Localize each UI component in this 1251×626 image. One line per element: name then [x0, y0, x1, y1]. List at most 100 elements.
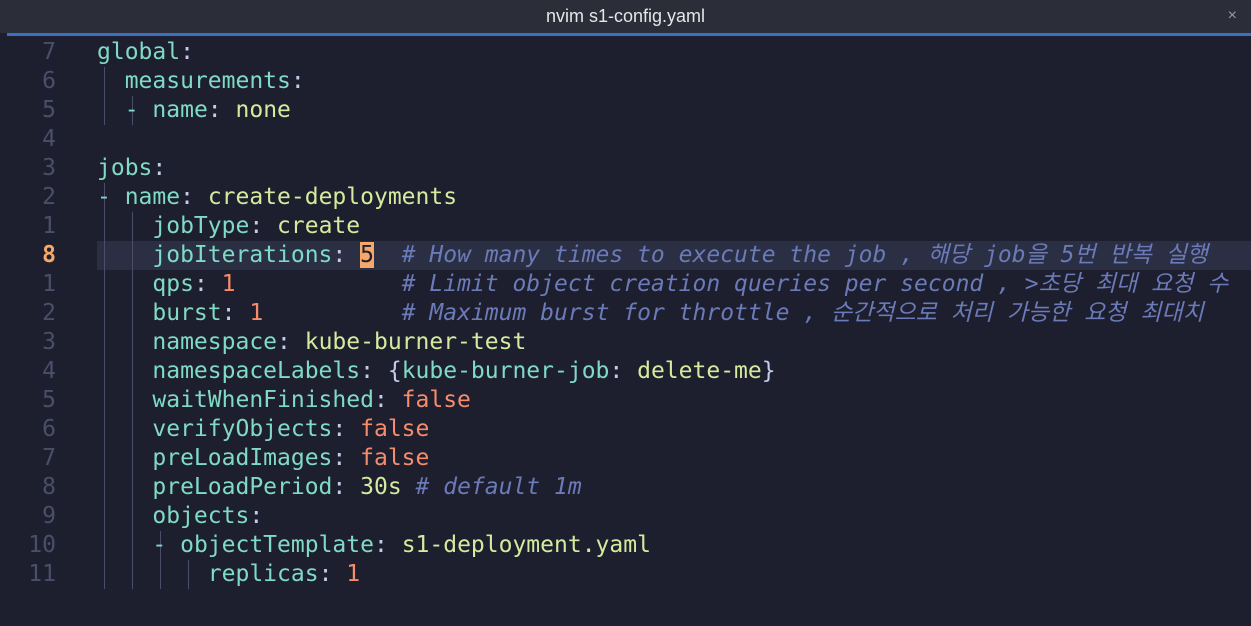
yaml-value: 5 — [360, 242, 374, 268]
yaml-key: waitWhenFinished — [152, 387, 374, 413]
yaml-value: 1 — [249, 300, 264, 326]
code-text: burst: 1 # Maximum burst for throttle , … — [97, 299, 1204, 328]
line-number: 7 — [42, 39, 56, 65]
code-line[interactable]: 8 jobIterations: 5 # How many times to e… — [0, 241, 1251, 270]
yaml-value: 1 — [221, 271, 236, 297]
close-icon[interactable]: × — [1228, 7, 1237, 25]
yaml-key: measurements — [124, 68, 291, 94]
map-brace-close: } — [761, 358, 776, 384]
line-number: 7 — [42, 445, 56, 471]
code-line[interactable]: 6 verifyObjects: false — [0, 415, 1251, 444]
code-text: - name: create-deployments — [97, 183, 457, 212]
code-text: jobs: — [97, 154, 166, 183]
yaml-key: jobs — [97, 155, 153, 181]
list-dash: - — [124, 97, 153, 123]
code-text: jobType: create — [97, 212, 360, 241]
yaml-key: verifyObjects — [152, 416, 333, 442]
line-number: 3 — [42, 155, 56, 181]
code-line[interactable]: 5 waitWhenFinished: false — [0, 386, 1251, 415]
yaml-key: preLoadImages — [152, 445, 333, 471]
line-number: 1 — [42, 271, 56, 297]
yaml-value: 30s — [360, 474, 402, 500]
yaml-colon: : — [221, 300, 236, 326]
map-value: delete-me — [637, 358, 762, 384]
title-bar: nvim s1-config.yaml × — [0, 0, 1251, 33]
yaml-colon: : — [249, 213, 264, 239]
code-text: namespace: kube-burner-test — [97, 328, 526, 357]
code-line[interactable]: 5 - name: none — [0, 96, 1251, 125]
list-dash: - — [152, 532, 181, 558]
line-number: 4 — [42, 126, 56, 152]
code-text: qps: 1 # Limit object creation queries p… — [97, 270, 1228, 299]
yaml-colon: : — [249, 503, 264, 529]
yaml-colon: : — [373, 532, 388, 558]
code-line[interactable]: 3 namespace: kube-burner-test — [0, 328, 1251, 357]
yaml-key: global — [97, 39, 181, 65]
yaml-key: burst — [152, 300, 222, 326]
line-number: 4 — [42, 358, 56, 384]
code-text: objects: — [97, 502, 263, 531]
yaml-colon: : — [318, 561, 333, 587]
code-line[interactable]: 8 preLoadPeriod: 30s # default 1m — [0, 473, 1251, 502]
code-line[interactable]: 11 replicas: 1 — [0, 560, 1251, 589]
line-number: 6 — [42, 416, 56, 442]
code-line[interactable]: 7 global: — [0, 38, 1251, 67]
yaml-colon: : — [193, 271, 208, 297]
line-number: 2 — [42, 300, 56, 326]
code-text: verifyObjects: false — [97, 415, 429, 444]
yaml-key: preLoadPeriod — [152, 474, 333, 500]
code-line[interactable]: 10 - objectTemplate: s1-deployment.yaml — [0, 531, 1251, 560]
yaml-value: 1 — [346, 561, 361, 587]
yaml-value: create — [277, 213, 361, 239]
editor-buffer[interactable]: 7 global: 6 measurements: 5 - name: none 4 3 j… — [0, 38, 1251, 626]
yaml-comment: # Maximum burst for throttle , 순간적으로 처리 … — [401, 300, 1204, 326]
line-number: 5 — [42, 387, 56, 413]
yaml-key: jobIterations — [152, 242, 333, 268]
yaml-key: qps — [152, 271, 194, 297]
code-line[interactable]: 9 objects: — [0, 502, 1251, 531]
yaml-colon: : — [332, 474, 347, 500]
code-text: preLoadImages: false — [97, 444, 429, 473]
line-number: 11 — [28, 561, 56, 587]
code-text: namespaceLabels: {kube-burner-job: delet… — [97, 357, 776, 386]
yaml-colon: : — [277, 329, 291, 355]
yaml-comment: # default 1m — [415, 474, 582, 500]
code-line[interactable]: 6 measurements: — [0, 67, 1251, 96]
code-line[interactable]: 2 - name: create-deployments — [0, 183, 1251, 212]
yaml-value: false — [401, 387, 471, 413]
yaml-key: objects — [152, 503, 250, 529]
code-text: preLoadPeriod: 30s # default 1m — [97, 473, 582, 502]
yaml-colon: : — [290, 68, 305, 94]
code-line[interactable]: 1 qps: 1 # Limit object creation queries… — [0, 270, 1251, 299]
code-text: measurements: — [97, 67, 305, 96]
map-key: kube-burner-job — [401, 358, 610, 384]
line-number: 6 — [42, 68, 56, 94]
code-line[interactable]: 7 preLoadImages: false — [0, 444, 1251, 473]
yaml-colon: : — [373, 387, 388, 413]
yaml-key: replicas — [207, 561, 319, 587]
yaml-colon: : — [360, 358, 374, 384]
code-text: jobIterations: 5 # How many times to exe… — [97, 241, 1208, 270]
yaml-key: jobType — [152, 213, 250, 239]
line-number: 8 — [42, 474, 56, 500]
list-dash: - — [97, 184, 125, 210]
active-tab-indicator — [7, 33, 1251, 36]
code-text: - name: none — [97, 96, 291, 125]
code-line[interactable]: 2 burst: 1 # Maximum burst for throttle … — [0, 299, 1251, 328]
code-line[interactable]: 4 — [0, 125, 1251, 154]
yaml-colon: : — [332, 242, 347, 268]
line-number: 10 — [28, 532, 56, 558]
code-text: - objectTemplate: s1-deployment.yaml — [97, 531, 651, 560]
map-brace-open: { — [387, 358, 402, 384]
yaml-value: false — [360, 416, 430, 442]
line-number: 3 — [42, 329, 56, 355]
code-line[interactable]: 4 namespaceLabels: {kube-burner-job: del… — [0, 357, 1251, 386]
code-line[interactable]: 3 jobs: — [0, 154, 1251, 183]
line-number: 9 — [42, 503, 56, 529]
yaml-key: name — [124, 184, 181, 210]
yaml-value: none — [235, 97, 291, 123]
yaml-key: name — [152, 97, 208, 123]
code-line[interactable]: 1 jobType: create — [0, 212, 1251, 241]
line-number: 1 — [42, 213, 56, 239]
code-text: waitWhenFinished: false — [97, 386, 471, 415]
